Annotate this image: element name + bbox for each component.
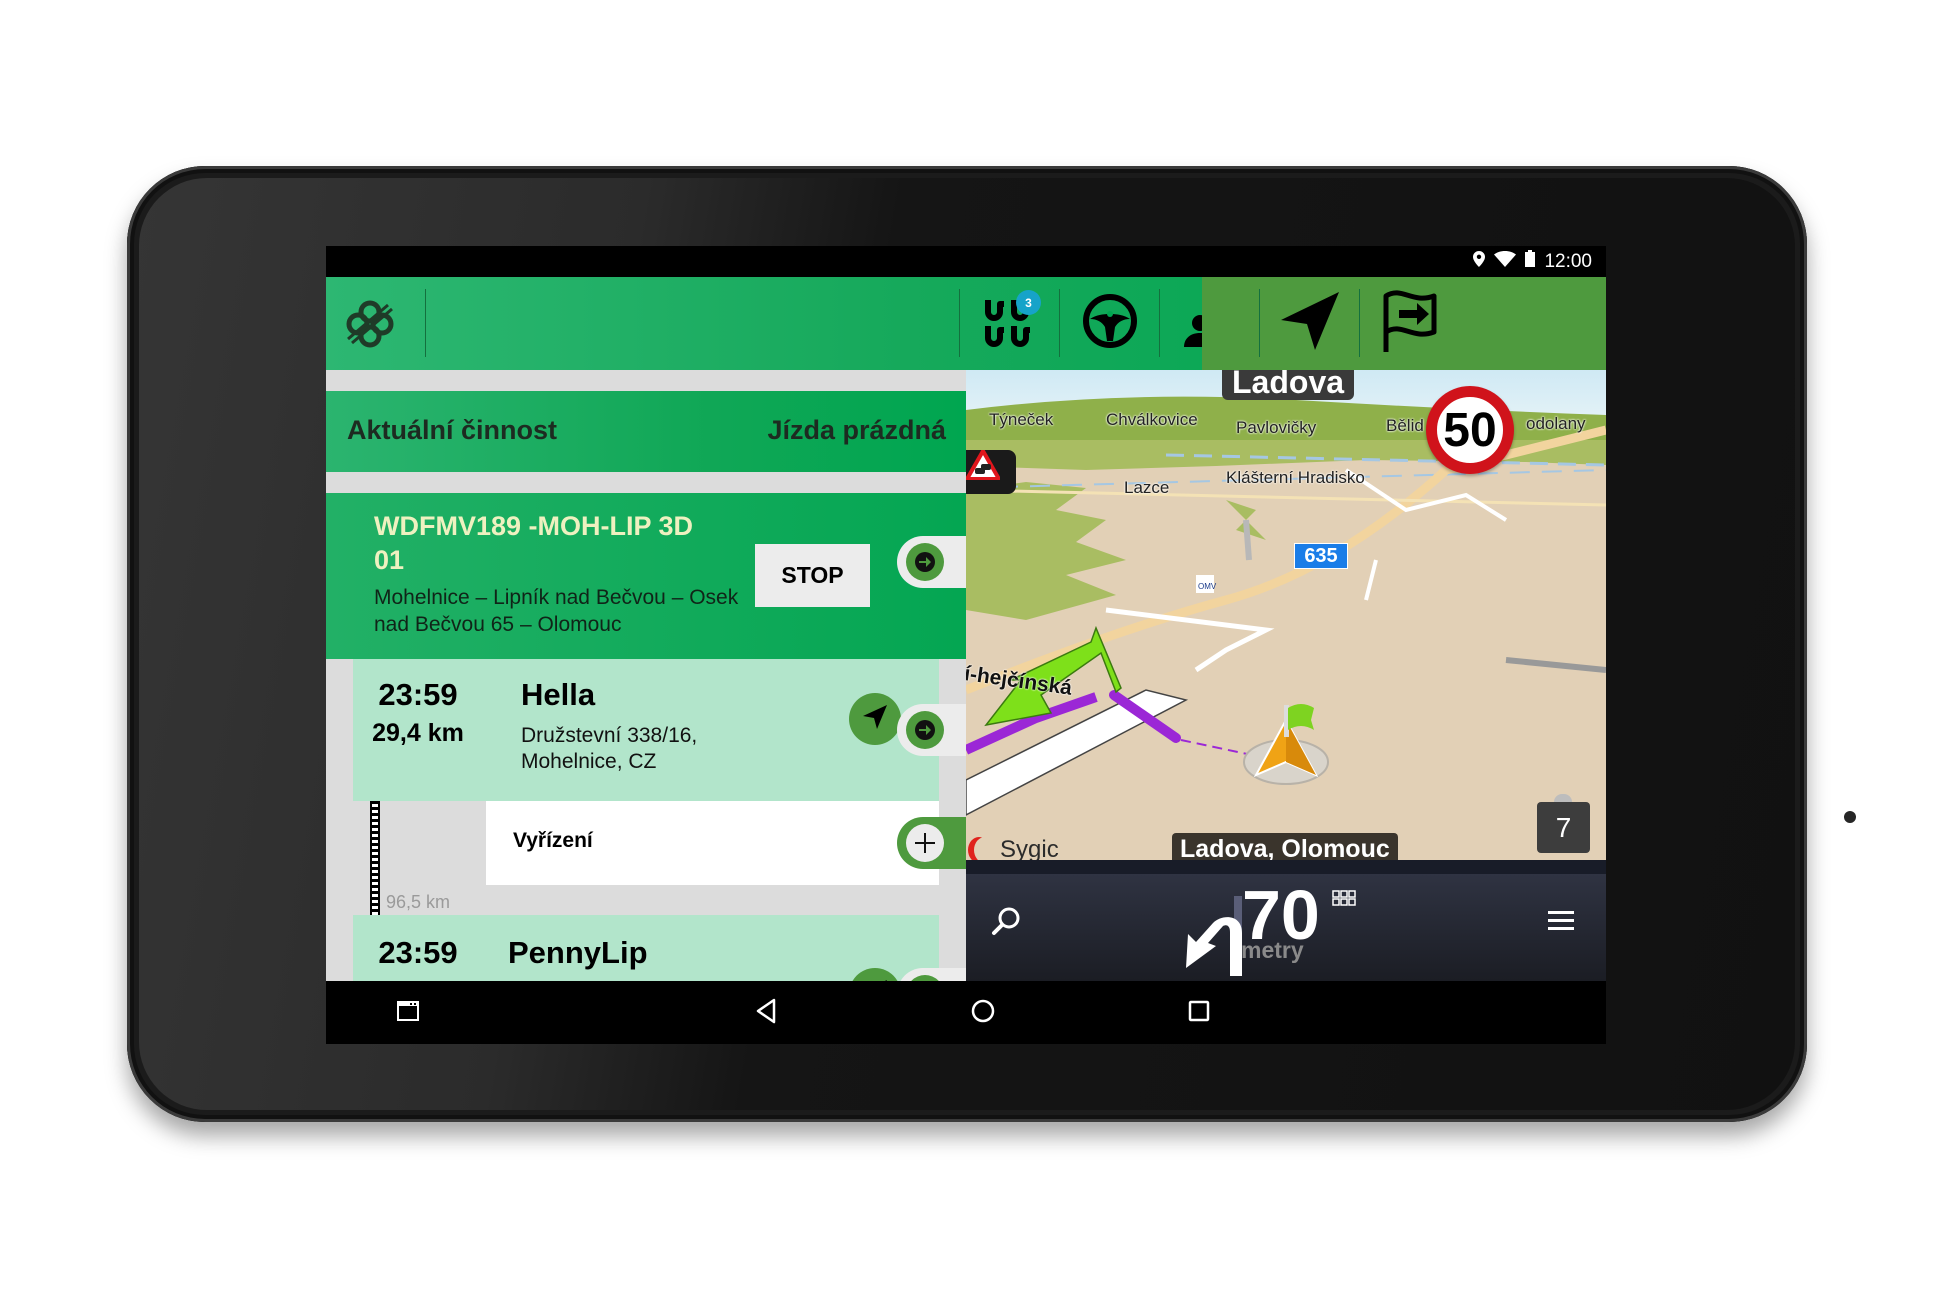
stop-time: 23:59 bbox=[378, 935, 458, 970]
map-place-label: Chválkovice bbox=[1106, 410, 1198, 429]
map-place-label: odolany bbox=[1526, 414, 1586, 433]
location-icon bbox=[1473, 250, 1486, 273]
stop-button[interactable]: STOP bbox=[755, 544, 870, 607]
stop-name: Hella bbox=[521, 677, 596, 712]
stop-card-pennylip[interactable]: 23:59 PennyLip bbox=[353, 915, 939, 981]
current-activity-value: Jízda prázdná bbox=[767, 415, 946, 445]
stop-time: 23:59 bbox=[378, 677, 458, 712]
current-activity-row[interactable]: Aktuální činnost Jízda prázdná bbox=[326, 391, 966, 472]
screenshot-icon bbox=[397, 1000, 419, 1026]
status-icons: 12:00 bbox=[1473, 250, 1592, 273]
poi-omv-label: OMV bbox=[1198, 582, 1217, 591]
toolbar-navigation-button[interactable] bbox=[1260, 277, 1360, 370]
sygic-logo-icon bbox=[974, 837, 996, 860]
job-detail-button[interactable] bbox=[897, 536, 966, 588]
map-place-label: Bělid bbox=[1386, 416, 1424, 435]
road-number-shield: 635 bbox=[1294, 543, 1348, 569]
map-divider bbox=[966, 860, 1606, 874]
distance-between-stops: 96,5 km bbox=[386, 892, 451, 912]
battery-icon bbox=[1525, 250, 1536, 273]
map-place-label: Lazce bbox=[1124, 478, 1170, 497]
wifi-icon bbox=[1494, 250, 1517, 273]
toolbar-jobs-button[interactable]: 3 bbox=[960, 277, 1060, 370]
current-street-label: Ladova bbox=[1222, 370, 1355, 400]
app-toolbar: 3 10 bbox=[326, 277, 1606, 370]
status-time: 12:00 bbox=[1544, 250, 1592, 272]
lane-assist-icon[interactable] bbox=[1332, 890, 1356, 906]
navigation-arrow-icon bbox=[862, 704, 888, 735]
back-icon bbox=[755, 998, 777, 1029]
navigate-to-stop-button[interactable] bbox=[849, 693, 901, 745]
map-place-label: Pavlovičky bbox=[1236, 418, 1317, 437]
poi-count-button[interactable]: 7 bbox=[1537, 794, 1590, 853]
stop-address: Družstevní 338/16, Mohelnice, CZ bbox=[521, 724, 698, 773]
hamburger-icon bbox=[1548, 911, 1574, 936]
home-icon bbox=[970, 998, 996, 1029]
toolbar-driving-button[interactable] bbox=[1060, 277, 1160, 370]
task-label: Vyřízení bbox=[513, 829, 593, 852]
light-sensor bbox=[1844, 811, 1856, 823]
sygic-logo: Sygic bbox=[968, 836, 1059, 860]
speed-limit-sign: 50 bbox=[1426, 386, 1514, 474]
home-button[interactable] bbox=[967, 997, 999, 1029]
current-location-label: Ladova, Olomouc bbox=[1172, 833, 1398, 860]
recents-icon bbox=[1188, 1000, 1210, 1027]
status-bar: 12:00 bbox=[326, 246, 1606, 277]
task-item[interactable]: Vyřízení bbox=[486, 801, 939, 885]
steering-wheel-icon bbox=[1082, 293, 1138, 354]
recents-button[interactable] bbox=[1183, 997, 1215, 1029]
system-navigation-bar bbox=[326, 981, 1606, 1044]
job-route: Mohelnice – Lipník nad Bečvou – Osek nad… bbox=[374, 586, 739, 636]
current-job-card[interactable]: WDFMV189 -MOH-LIP 3D 01 Mohelnice – Lipn… bbox=[326, 493, 966, 659]
current-activity-label: Aktuální činnost bbox=[347, 415, 558, 445]
app-logo-icon[interactable] bbox=[342, 299, 398, 349]
map-place-label: Týneček bbox=[989, 410, 1054, 429]
stop-name: PennyLip bbox=[508, 935, 648, 970]
job-title: WDFMV189 -MOH-LIP 3D 01 bbox=[374, 511, 694, 575]
arrow-right-icon bbox=[915, 720, 935, 740]
stop-detail-button[interactable] bbox=[897, 704, 966, 756]
map-search-button[interactable] bbox=[986, 902, 1026, 942]
navigate-to-stop-button[interactable] bbox=[849, 968, 901, 981]
instruction-bar: 70 metry bbox=[966, 874, 1606, 981]
toolbar-destination-button[interactable] bbox=[1360, 277, 1460, 370]
flag-arrow-icon bbox=[1381, 288, 1439, 359]
back-button[interactable] bbox=[750, 997, 782, 1029]
screenshot-button[interactable] bbox=[392, 997, 424, 1029]
map-menu-button[interactable] bbox=[1548, 910, 1574, 932]
jobs-badge: 3 bbox=[1016, 290, 1041, 315]
traffic-warning-button[interactable] bbox=[966, 450, 1016, 494]
plus-icon bbox=[906, 824, 944, 862]
arrow-right-icon bbox=[915, 552, 935, 572]
device-screen: 12:00 3 Aktuální činnost Jízda prázdná W… bbox=[326, 246, 1606, 1044]
maneuver-distance-unit: metry bbox=[1241, 937, 1304, 963]
job-panel: Aktuální činnost Jízda prázdná WDFMV189 … bbox=[326, 370, 966, 981]
stop-card-hella[interactable]: 23:59 29,4 km Hella Družstevní 338/16, M… bbox=[353, 659, 939, 801]
map-place-label: Klášterní Hradisko bbox=[1226, 468, 1365, 487]
search-icon bbox=[986, 907, 1026, 946]
stop-distance: 29,4 km bbox=[372, 719, 464, 747]
toolbar-divider bbox=[425, 289, 426, 357]
navigation-map[interactable]: Ladova Týneček Chválkovice Pavlovičky Bě… bbox=[966, 370, 1606, 860]
add-task-button[interactable] bbox=[897, 817, 966, 869]
navigation-arrow-icon bbox=[1279, 290, 1341, 357]
